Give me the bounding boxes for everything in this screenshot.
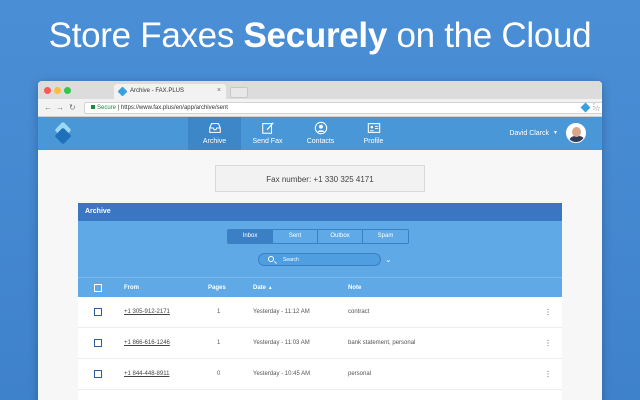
nav-contacts[interactable]: Contacts [294,117,347,150]
row-date: Yesterday - 11:03 AM [253,340,310,346]
folder-tabs: Inbox Sent Outbox Spam [227,229,409,244]
browser-tab[interactable]: Archive - FAX.PLUS × [114,84,226,99]
column-pages[interactable]: Pages [208,285,226,291]
edit-icon [261,122,274,134]
row-menu-icon[interactable]: ⋮ [544,308,552,317]
column-date[interactable]: Date ▲ [253,285,273,291]
main-content: Fax number: +1 330 325 4171 Archive Inbo… [38,150,602,400]
headline-text-end: on the Cloud [387,16,592,55]
new-tab-button[interactable] [230,87,248,98]
nav-profile[interactable]: Profile [347,117,400,150]
chevron-down-icon[interactable]: ⌄ [385,255,392,264]
row-checkbox[interactable] [94,339,102,347]
id-card-icon [367,123,380,133]
row-from[interactable]: +1 305-912-2171 [124,309,170,315]
row-menu-icon[interactable]: ⋮ [544,370,552,379]
row-from[interactable]: +1 866-616-1246 [124,340,170,346]
row-note: bank statement, personal [348,340,416,346]
row-menu-icon[interactable]: ⋮ [544,339,552,348]
row-checkbox[interactable] [94,308,102,316]
url-text: https://www.fax.plus/en/app/archive/sent [120,105,228,111]
reload-icon[interactable]: ↻ [69,103,76,112]
row-date: Yesterday - 10:45 AM [253,371,311,377]
browser-window: Archive - FAX.PLUS × ← → ↻ Secure | http… [38,81,602,400]
tab-outbox[interactable]: Outbox [318,230,363,243]
table-row[interactable]: +1 305-912-2171 1 Yesterday - 11:12 AM c… [78,297,562,328]
row-pages: 1 [217,340,221,346]
row-pages: 1 [217,309,221,315]
nav-label: Contacts [306,138,335,145]
table-row[interactable]: +1 844-448-8911 0 Yesterday - 10:45 AM p… [78,359,562,390]
secure-label: Secure [97,105,117,111]
url-field[interactable]: Secure | https://www.fax.plus/en/app/arc… [84,102,602,114]
tab-spam[interactable]: Spam [363,230,408,243]
user-name: David Clarck [509,129,550,137]
faxplus-logo-icon[interactable] [54,121,74,145]
user-icon [314,121,327,135]
row-note: contract [348,309,370,315]
row-checkbox[interactable] [94,370,102,378]
row-note: personal [348,371,372,377]
filter-bar: Inbox Sent Outbox Spam Search ⌄ [78,221,562,277]
fax-number-box: Fax number: +1 330 325 4171 [215,165,425,192]
forward-icon[interactable]: → [56,103,64,112]
lock-icon [91,105,95,109]
column-from[interactable]: From [124,285,139,291]
column-note[interactable]: Note [348,285,361,291]
user-menu[interactable]: David Clarck ▼ [509,123,586,143]
close-window-button[interactable] [44,87,51,94]
headline: Store Faxes Securely on the Cloud [0,16,640,56]
tab-sent[interactable]: Sent [273,230,318,243]
inbox-icon [208,123,221,133]
search-placeholder: Search [283,257,299,263]
tab-inbox[interactable]: Inbox [228,230,273,243]
nav-label: Profile [363,138,384,145]
title-bar: Archive - FAX.PLUS × [38,81,602,99]
tab-title: Archive - FAX.PLUS [130,88,185,94]
nav-label: Archive [202,138,227,145]
address-bar-area: ← → ↻ Secure | https://www.fax.plus/en/a… [38,99,602,117]
row-from[interactable]: +1 844-448-8911 [124,371,169,377]
select-all-checkbox[interactable] [94,283,102,292]
browser-menu-icon[interactable]: ⋮ [590,102,598,111]
column-date-label: Date [253,284,267,291]
close-tab-icon[interactable]: × [217,87,221,94]
table-row[interactable]: +1 866-616-1246 1 Yesterday - 11:03 AM b… [78,328,562,359]
nav-archive[interactable]: Archive [188,117,241,150]
panel-title: Archive [78,203,562,221]
row-pages: 0 [217,371,221,377]
maximize-window-button[interactable] [64,87,71,94]
app-navbar: Archive Send Fax Contacts Profile David … [38,117,602,150]
search-input[interactable]: Search [258,253,381,266]
archive-panel: Archive Inbox Sent Outbox Spam Search ⌄ … [78,203,562,400]
back-icon[interactable]: ← [44,103,52,112]
table-header: From Pages Date ▲ Note [78,277,562,297]
minimize-window-button[interactable] [54,87,61,94]
headline-text: Store Faxes [48,16,244,55]
avatar [566,123,586,143]
caret-down-icon: ▼ [553,130,558,136]
nav-label: Send Fax [252,138,283,145]
favicon-icon [117,86,128,97]
search-icon [268,256,274,262]
headline-bold: Securely [243,16,388,55]
nav-send-fax[interactable]: Send Fax [241,117,294,150]
row-date: Yesterday - 11:12 AM [253,309,310,315]
sort-arrow-icon: ▲ [267,284,273,291]
